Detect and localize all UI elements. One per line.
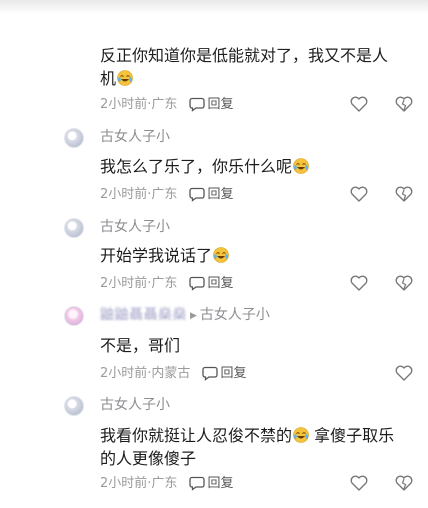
speech-bubble-icon [202, 366, 219, 381]
comment-meta: 2小时前·广东 回复 [100, 96, 233, 114]
heart-icon[interactable] [350, 96, 368, 112]
previous-comment-fade [0, 0, 428, 14]
heart-icon[interactable] [350, 186, 368, 202]
comment-username[interactable]: 古女人子小 [100, 396, 170, 414]
broken-heart-icon[interactable] [395, 186, 413, 202]
comment-location: 广东 [151, 187, 178, 202]
heart-icon[interactable] [350, 475, 368, 491]
comment-location: 广东 [151, 276, 178, 291]
laughing-crying-emoji-icon [213, 247, 229, 263]
avatar[interactable] [64, 218, 84, 238]
comment-location: 广东 [151, 476, 178, 491]
reply-button[interactable]: 回复 [202, 366, 246, 381]
reply-button[interactable]: 回复 [189, 276, 233, 291]
reply-button[interactable]: 回复 [189, 476, 233, 491]
comment-meta: 2小时前·广东 回复 [100, 275, 233, 293]
avatar[interactable] [64, 128, 84, 148]
comment-meta: 2小时前·广东 回复 [100, 186, 233, 204]
reply-button[interactable]: 回复 [189, 187, 233, 202]
comment-location: 广东 [151, 97, 178, 112]
broken-heart-icon[interactable] [395, 275, 413, 291]
comment-text: 不是，哥们 [100, 336, 181, 355]
comment-text: 我怎么了乐了，你乐什么呢 [100, 155, 400, 178]
comment-time: 2小时前 [100, 366, 148, 381]
comment-username[interactable]: 古女人子小 [100, 218, 170, 236]
avatar[interactable] [64, 396, 84, 416]
laughing-crying-emoji-icon [293, 427, 309, 443]
comment-time: 2小时前 [100, 476, 148, 491]
avatar[interactable] [64, 306, 84, 326]
laughing-crying-emoji-icon [293, 158, 309, 174]
speech-bubble-icon [189, 276, 206, 291]
comment-text: 反正你知道你是低能就对了，我又不是人机 [100, 46, 389, 88]
reply-arrow-icon: ▶ [190, 311, 197, 321]
comment-time: 2小时前 [100, 187, 148, 202]
heart-icon[interactable] [350, 275, 368, 291]
reply-button[interactable]: 回复 [189, 97, 233, 112]
speech-bubble-icon [189, 476, 206, 491]
speech-bubble-icon [189, 187, 206, 202]
comment-text: 开始学我说话了 [100, 244, 400, 267]
laughing-crying-emoji-icon [117, 70, 133, 86]
broken-heart-icon[interactable] [395, 475, 413, 491]
reply-to-username[interactable]: 古女人子小 [200, 307, 270, 323]
comment-meta: 2小时前·广东 回复 [100, 475, 233, 493]
broken-heart-icon[interactable] [395, 96, 413, 112]
comment-meta: 2小时前·内蒙古 回复 [100, 365, 246, 383]
heart-icon[interactable] [395, 365, 413, 381]
speech-bubble-icon [189, 97, 206, 112]
comment-username[interactable]: 古女人子小 [100, 128, 170, 146]
comment-username[interactable]: 鼬鼬聶聶燊燊 [100, 306, 187, 324]
comment-time: 2小时前 [100, 97, 148, 112]
comment-time: 2小时前 [100, 276, 148, 291]
reply-header: 鼬鼬聶聶燊燊 ▶ 古女人子小 [100, 306, 270, 325]
comment-location: 内蒙古 [151, 366, 191, 381]
comment-text: 我看你就挺让人忍俊不禁的 拿傻子取乐的人更像傻子 [100, 426, 395, 468]
